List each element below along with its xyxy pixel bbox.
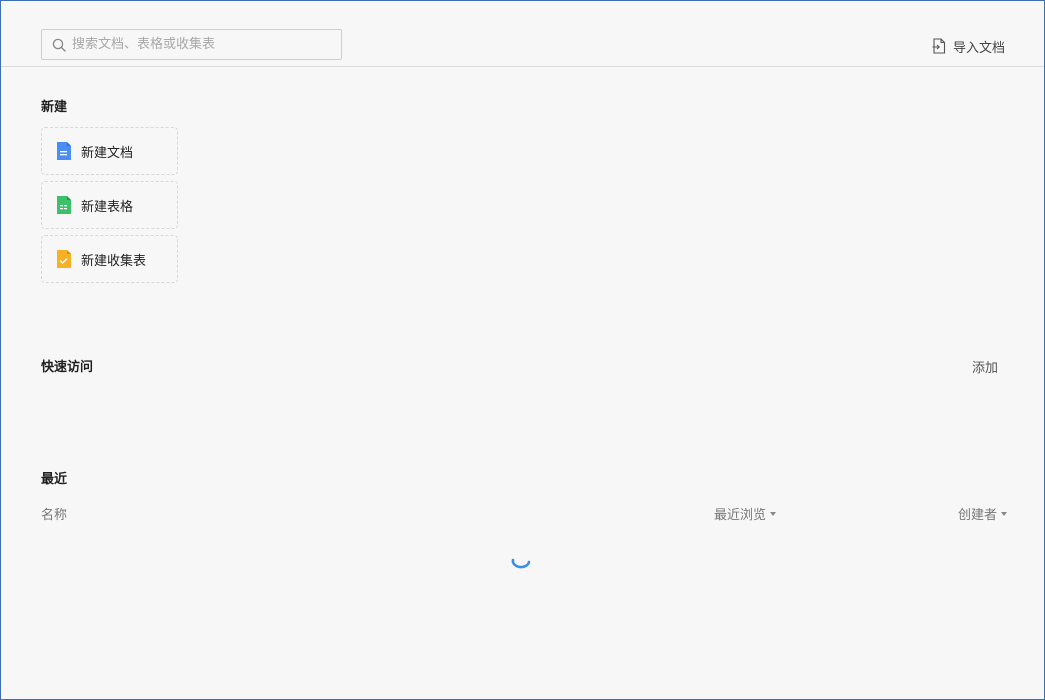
new-form-label: 新建收集表 bbox=[81, 253, 147, 269]
caret-down-icon bbox=[770, 511, 777, 516]
caret-down-icon bbox=[1001, 511, 1008, 516]
form-icon bbox=[57, 250, 71, 268]
search-input[interactable] bbox=[72, 32, 322, 57]
loading-spinner-icon bbox=[511, 558, 531, 569]
import-document-button[interactable]: 导入文档 bbox=[932, 36, 1005, 56]
new-form-button[interactable]: 新建收集表 bbox=[41, 235, 178, 283]
sort-last-viewed-dropdown[interactable]: 最近浏览 bbox=[714, 504, 777, 523]
new-items-list: 新建文档 新建表格 新建收集表 bbox=[41, 127, 178, 289]
doc-icon bbox=[57, 142, 71, 160]
recent-section-title: 最近 bbox=[41, 472, 68, 487]
import-document-label: 导入文档 bbox=[952, 40, 1005, 56]
filter-creator-dropdown[interactable]: 创建者 bbox=[958, 504, 1008, 523]
new-document-button[interactable]: 新建文档 bbox=[41, 127, 178, 175]
sheet-icon bbox=[57, 196, 71, 214]
column-last-viewed-label: 最近浏览 bbox=[714, 508, 767, 523]
search-icon bbox=[52, 38, 66, 52]
new-document-label: 新建文档 bbox=[81, 145, 134, 161]
import-file-icon bbox=[932, 38, 946, 54]
new-sheet-button[interactable]: 新建表格 bbox=[41, 181, 178, 229]
column-name-label: 名称 bbox=[41, 508, 68, 523]
new-section-title: 新建 bbox=[41, 100, 68, 115]
column-creator-label: 创建者 bbox=[958, 508, 998, 523]
quick-access-title: 快速访问 bbox=[41, 360, 94, 375]
new-sheet-label: 新建表格 bbox=[81, 199, 134, 215]
quick-access-add-button[interactable]: 添加 bbox=[972, 357, 998, 376]
top-bar: 导入文档 bbox=[1, 1, 1044, 67]
search-box[interactable] bbox=[41, 29, 342, 60]
column-header-name: 名称 bbox=[41, 504, 67, 523]
app-window: 导入文档 新建 新建文档 新建表格 bbox=[0, 0, 1045, 700]
